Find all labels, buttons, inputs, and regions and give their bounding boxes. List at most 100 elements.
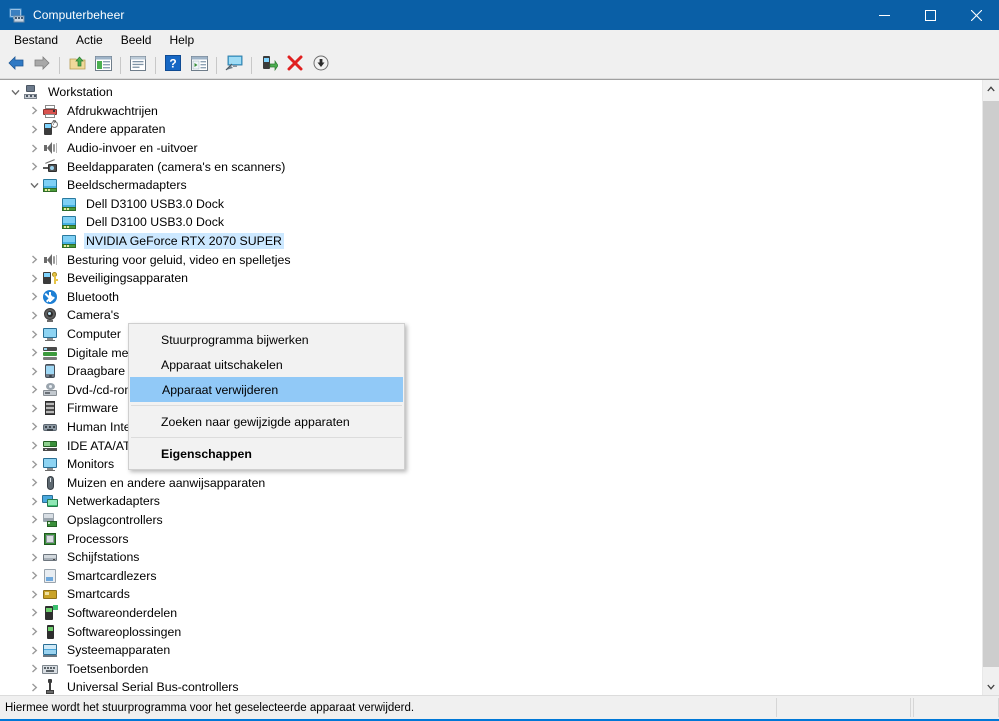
tree-row[interactable]: Afdrukwachtrijen: [0, 102, 982, 121]
scroll-up-button[interactable]: [983, 80, 999, 97]
tree-row[interactable]: Toetsenborden: [0, 659, 982, 678]
scan-for-hardware-changes-button[interactable]: [222, 54, 246, 77]
menu-help[interactable]: Help: [160, 30, 203, 52]
tree-row[interactable]: Audio-invoer en -uitvoer: [0, 139, 982, 158]
tree-row[interactable]: Beeldschermadapters: [0, 176, 982, 195]
ctx-scan-hardware-changes[interactable]: Zoeken naar gewijzigde apparaten: [129, 409, 404, 434]
chevron-right-icon[interactable]: [26, 270, 42, 286]
chevron-right-icon[interactable]: [26, 363, 42, 379]
tree-row[interactable]: Dell D3100 USB3.0 Dock: [0, 195, 982, 214]
help-button[interactable]: ?: [161, 54, 185, 77]
tree-row[interactable]: Muizen en andere aanwijsapparaten: [0, 473, 982, 492]
tree-row[interactable]: ? Andere apparaten: [0, 120, 982, 139]
back-button[interactable]: [4, 54, 28, 77]
update-driver-button[interactable]: [257, 54, 281, 77]
ctx-disable-device[interactable]: Apparaat uitschakelen: [129, 352, 404, 377]
context-menu: Stuurprogramma bijwerken Apparaat uitsch…: [128, 323, 405, 470]
disable-device-button[interactable]: [309, 54, 333, 77]
properties-button[interactable]: [126, 54, 150, 77]
tree-row-label: Beveiligingsapparaten: [67, 271, 189, 286]
down-arrow-circle-icon: [313, 55, 329, 76]
tree-row[interactable]: Bluetooth: [0, 288, 982, 307]
ctx-update-driver[interactable]: Stuurprogramma bijwerken: [129, 327, 404, 352]
close-button[interactable]: [953, 0, 999, 30]
chevron-down-icon[interactable]: [7, 84, 23, 100]
arrow-right-icon: [33, 55, 51, 76]
chevron-right-icon[interactable]: [26, 140, 42, 156]
chevron-right-icon[interactable]: [26, 326, 42, 342]
tree-row[interactable]: Camera's: [0, 306, 982, 325]
chevron-right-icon[interactable]: [26, 493, 42, 509]
smartcard-reader-icon: [42, 568, 58, 584]
tree-row[interactable]: Beveiligingsapparaten: [0, 269, 982, 288]
chevron-right-icon[interactable]: [26, 345, 42, 361]
uninstall-device-button[interactable]: [283, 54, 307, 77]
sound-video-game-controller-icon: [42, 252, 58, 268]
chevron-right-icon[interactable]: [26, 103, 42, 119]
tree-row[interactable]: Beeldapparaten (camera's en scanners): [0, 157, 982, 176]
chevron-right-icon[interactable]: [26, 159, 42, 175]
chevron-right-icon[interactable]: [26, 382, 42, 398]
menu-bestand[interactable]: Bestand: [5, 30, 67, 52]
show-hide-console-tree-button[interactable]: [91, 54, 115, 77]
tree-row[interactable]: Systeemapparaten: [0, 641, 982, 660]
chevron-right-icon[interactable]: [26, 568, 42, 584]
chevron-right-icon[interactable]: [26, 642, 42, 658]
computer-management-window: Computerbeheer Bestand Actie Beeld Help: [0, 0, 999, 721]
menu-beeld[interactable]: Beeld: [112, 30, 161, 52]
security-device-icon: [42, 270, 58, 286]
chevron-right-icon[interactable]: [26, 307, 42, 323]
minimize-button[interactable]: [861, 0, 907, 30]
up-one-level-button[interactable]: [65, 54, 89, 77]
chevron-right-icon[interactable]: [26, 624, 42, 640]
tree-row[interactable]: Softwareoplossingen: [0, 622, 982, 641]
tree-row-label: Audio-invoer en -uitvoer: [67, 141, 198, 156]
tree-row[interactable]: Universal Serial Bus-controllers: [0, 678, 982, 695]
tree-row[interactable]: Netwerkadapters: [0, 492, 982, 511]
tree-row[interactable]: Dell D3100 USB3.0 Dock: [0, 213, 982, 232]
chevron-right-icon[interactable]: [26, 475, 42, 491]
tree-row[interactable]: Besturing voor geluid, video en spelletj…: [0, 250, 982, 269]
chevron-right-icon[interactable]: [26, 438, 42, 454]
status-pane-1: [776, 698, 911, 717]
tree-row[interactable]: Smartcardlezers: [0, 566, 982, 585]
chevron-right-icon[interactable]: [26, 419, 42, 435]
tree-row[interactable]: Schijfstations: [0, 548, 982, 567]
network-adapter-icon: [42, 493, 58, 509]
chevron-right-icon[interactable]: [26, 586, 42, 602]
show-hide-action-pane-button[interactable]: [187, 54, 211, 77]
tree-row[interactable]: Smartcards: [0, 585, 982, 604]
chevron-right-icon[interactable]: [26, 252, 42, 268]
chevron-right-icon[interactable]: [26, 605, 42, 621]
ctx-uninstall-device[interactable]: Apparaat verwijderen: [130, 377, 403, 402]
forward-button[interactable]: [30, 54, 54, 77]
scrollbar-track[interactable]: [983, 97, 999, 678]
chevron-right-icon[interactable]: [26, 121, 42, 137]
chevron-right-icon[interactable]: [26, 549, 42, 565]
chevron-right-icon[interactable]: [26, 456, 42, 472]
vertical-scrollbar[interactable]: [982, 80, 999, 695]
tree-row[interactable]: NVIDIA GeForce RTX 2070 SUPER: [0, 232, 982, 251]
scroll-down-button[interactable]: [983, 678, 999, 695]
tree-row[interactable]: Softwareonderdelen: [0, 604, 982, 623]
scrollbar-thumb[interactable]: [983, 101, 999, 667]
display-adapter-icon: [42, 177, 58, 193]
display-adapter-icon: [61, 233, 77, 249]
tree-row[interactable]: Opslagcontrollers: [0, 511, 982, 530]
chevron-right-icon[interactable]: [26, 289, 42, 305]
chevron-right-icon[interactable]: [26, 679, 42, 695]
maximize-button[interactable]: [907, 0, 953, 30]
toolbar-separator: [155, 57, 156, 74]
tree-row[interactable]: Workstation: [0, 83, 982, 102]
chevron-right-icon[interactable]: [26, 512, 42, 528]
portable-device-icon: [42, 363, 58, 379]
chevron-right-icon[interactable]: [26, 531, 42, 547]
chevron-right-icon[interactable]: [26, 400, 42, 416]
chevron-down-icon[interactable]: [26, 177, 42, 193]
chevron-right-icon[interactable]: [26, 661, 42, 677]
tree-row-label: Andere apparaten: [67, 122, 166, 137]
menu-actie[interactable]: Actie: [67, 30, 112, 52]
ctx-properties[interactable]: Eigenschappen: [129, 441, 404, 466]
context-menu-separator: [131, 437, 402, 438]
tree-row[interactable]: Processors: [0, 529, 982, 548]
